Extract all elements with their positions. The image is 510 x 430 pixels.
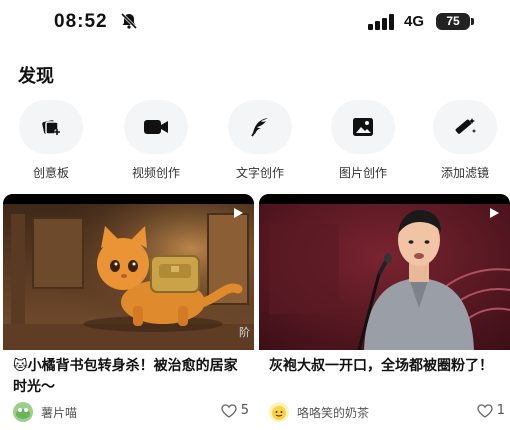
play-icon bbox=[488, 204, 500, 223]
creation-tools: 创意板 视频创作 文字创作 图片创作 添加滤镜 bbox=[0, 100, 510, 180]
tool-label: 视频创作 bbox=[131, 166, 180, 180]
tool-add-filter[interactable]: 添加滤镜 bbox=[420, 100, 510, 181]
image-icon bbox=[331, 100, 395, 154]
battery-indicator: 75 bbox=[436, 13, 474, 30]
quill-icon bbox=[228, 100, 292, 154]
status-bar: 08:52 4G 75 bbox=[0, 0, 510, 44]
bell-muted-icon bbox=[120, 12, 138, 34]
status-time: 08:52 bbox=[54, 11, 108, 32]
like-count: 5 bbox=[240, 403, 249, 418]
signal-icon bbox=[368, 14, 396, 34]
like-button[interactable]: 1 bbox=[477, 403, 505, 418]
cards-plus-icon bbox=[19, 100, 83, 154]
page-title: 发现 bbox=[18, 66, 54, 87]
tool-label: 创意板 bbox=[32, 166, 69, 180]
tool-text-create[interactable]: 文字创作 bbox=[215, 100, 305, 181]
play-icon bbox=[232, 204, 244, 223]
thumbnail-tag: 阶 bbox=[239, 326, 250, 339]
heart-icon bbox=[477, 403, 493, 418]
tool-image-create[interactable]: 图片创作 bbox=[318, 100, 408, 181]
card-meta: 咯咯笑的奶茶 1 bbox=[269, 402, 505, 424]
feed-card[interactable]: 阶 🐱小橘背书包转身杀！被治愈的居家时光～ 薯片喵 5 bbox=[3, 194, 254, 430]
tool-label: 文字创作 bbox=[235, 166, 284, 180]
card-thumbnail[interactable] bbox=[259, 194, 510, 350]
network-type: 4G bbox=[404, 13, 425, 30]
like-count: 1 bbox=[496, 403, 505, 418]
cat-with-backpack-image bbox=[3, 194, 254, 350]
avatar[interactable] bbox=[269, 402, 289, 422]
magic-wand-icon bbox=[433, 100, 497, 154]
performer-on-stage-image bbox=[259, 194, 510, 350]
like-button[interactable]: 5 bbox=[221, 403, 249, 418]
card-title[interactable]: 灰袍大叔一开口，全场都被圈粉了！ bbox=[269, 356, 505, 377]
card-title[interactable]: 🐱小橘背书包转身杀！被治愈的居家时光～ bbox=[13, 356, 249, 398]
tool-video-create[interactable]: 视频创作 bbox=[111, 100, 201, 181]
tool-label: 添加滤镜 bbox=[440, 166, 489, 180]
card-meta: 薯片喵 5 bbox=[13, 402, 249, 424]
avatar[interactable] bbox=[13, 402, 33, 422]
tool-creative-board[interactable]: 创意板 bbox=[6, 100, 96, 181]
tool-label: 图片创作 bbox=[338, 166, 387, 180]
heart-icon bbox=[221, 403, 237, 418]
author-name[interactable]: 咯咯笑的奶茶 bbox=[297, 404, 369, 421]
feed-card[interactable]: 灰袍大叔一开口，全场都被圈粉了！ 咯咯笑的奶茶 1 bbox=[259, 194, 510, 430]
card-thumbnail[interactable]: 阶 bbox=[3, 194, 254, 350]
video-camera-icon bbox=[124, 100, 188, 154]
author-name[interactable]: 薯片喵 bbox=[41, 404, 77, 421]
